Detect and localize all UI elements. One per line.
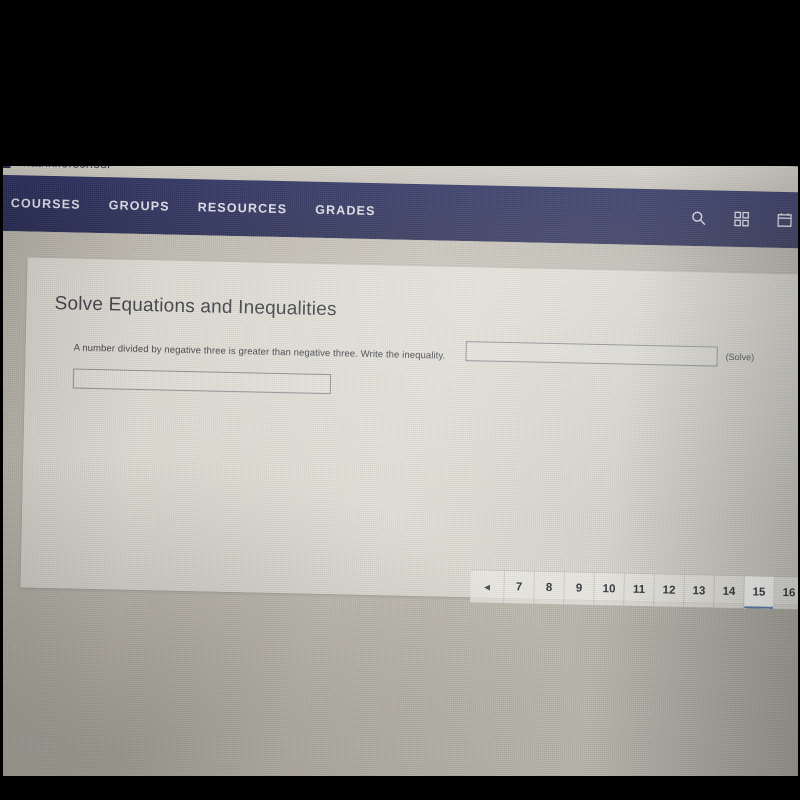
pagination-page-15[interactable]: 15 — [744, 576, 775, 609]
letterbox-top — [0, 0, 800, 166]
nav-icon-group — [690, 210, 800, 230]
search-icon[interactable] — [690, 210, 706, 226]
pagination-page-13[interactable]: 13 — [684, 574, 715, 608]
pagination-page-9[interactable]: 9 — [564, 572, 595, 605]
letterbox-bottom — [0, 776, 800, 800]
screenshot-photo: mathxlforschool COURSES GROUPS RESOURCES… — [0, 0, 800, 800]
nav-item-courses[interactable]: COURSES — [11, 196, 81, 212]
nav-links: COURSES GROUPS RESOURCES GRADES — [0, 195, 376, 218]
solve-label: (Solve) — [725, 351, 755, 363]
letterbox-left — [0, 0, 3, 800]
nav-item-grades[interactable]: GRADES — [315, 203, 376, 218]
pagination-prev-button[interactable]: ◂ — [470, 570, 505, 603]
pagination-page-12[interactable]: 12 — [654, 574, 685, 607]
pagination-page-8[interactable]: 8 — [534, 571, 565, 605]
nav-item-resources[interactable]: RESOURCES — [198, 200, 288, 216]
pagination-page-7[interactable]: 7 — [504, 570, 535, 604]
apps-grid-icon[interactable] — [733, 211, 750, 227]
photographed-screen: mathxlforschool COURSES GROUPS RESOURCES… — [0, 148, 800, 800]
pagination-page-16[interactable]: 16 — [774, 576, 800, 610]
pagination-page-10[interactable]: 10 — [594, 572, 625, 606]
nav-item-groups[interactable]: GROUPS — [109, 198, 170, 213]
pagination-page-14[interactable]: 14 — [714, 575, 745, 609]
pagination-page-11[interactable]: 11 — [624, 573, 655, 607]
calendar-icon[interactable] — [776, 212, 792, 228]
